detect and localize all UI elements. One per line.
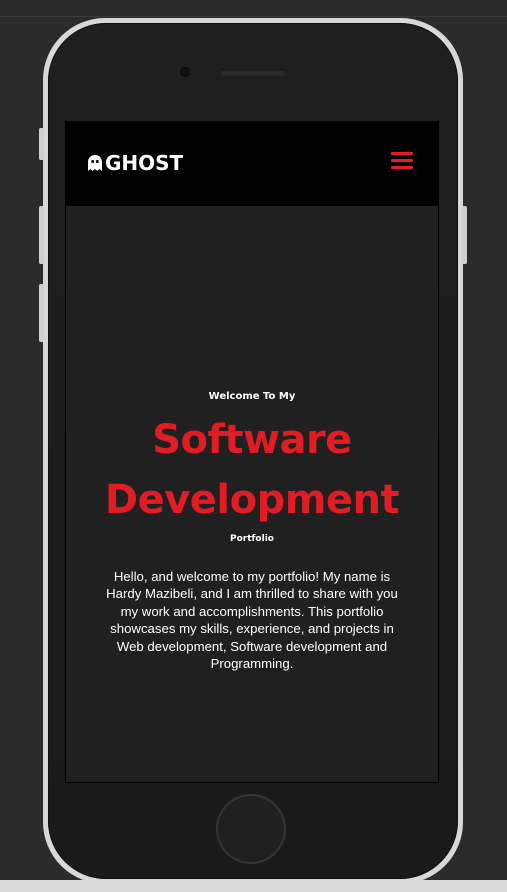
hero-section: Welcome To My Software Development Portf… (66, 206, 438, 782)
ghost-icon (88, 155, 102, 171)
page: GHOST Welcome To My Software Development… (0, 0, 507, 892)
phone-side-button-power (462, 206, 467, 264)
phone-camera (181, 68, 189, 76)
welcome-text: Welcome To My (208, 391, 296, 402)
menu-bar (391, 166, 413, 169)
phone-screen: GHOST Welcome To My Software Development… (66, 122, 438, 782)
navbar: GHOST (66, 122, 438, 206)
headline-line-2: Development (104, 477, 400, 523)
phone-speaker (220, 69, 286, 76)
logo-text: GHOST (105, 151, 184, 175)
headline: Software Development (66, 410, 438, 530)
phone-side-button-volume-up (39, 206, 44, 264)
headline-line-1: Software (152, 417, 352, 463)
menu-bar (391, 152, 413, 155)
phone-side-button-mute (39, 128, 44, 160)
phone-side-button-volume-down (39, 284, 44, 342)
intro-paragraph: Hello, and welcome to my portfolio! My n… (106, 569, 398, 672)
hamburger-menu-icon[interactable] (391, 151, 413, 169)
logo[interactable]: GHOST (88, 151, 183, 175)
top-divider (0, 16, 507, 17)
menu-bar (391, 159, 413, 162)
phone-home-button[interactable] (218, 796, 284, 862)
portfolio-label: Portfolio (230, 534, 274, 544)
bottom-bar (0, 880, 507, 892)
